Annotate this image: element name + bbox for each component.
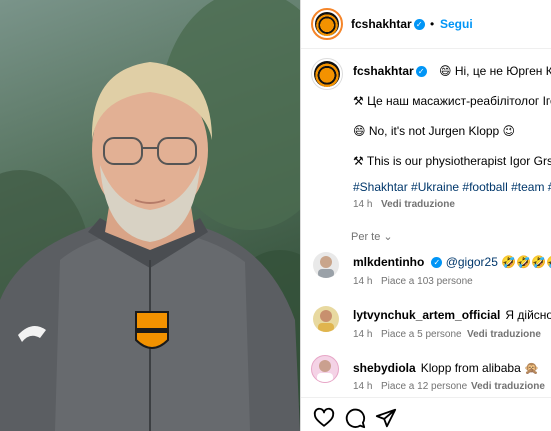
verified-badge-icon: ✓: [431, 257, 443, 268]
heart-icon[interactable]: [313, 407, 335, 429]
comment-avatar[interactable]: [311, 355, 339, 383]
comment-text: Я дійсно пов: [505, 308, 551, 322]
caption-username-text[interactable]: fcshakhtar: [353, 64, 414, 78]
account-username[interactable]: fcshakhtar ✓: [351, 17, 425, 31]
share-icon[interactable]: [375, 407, 397, 429]
comment-body: lytvynchuk_artem_official Я дійсно пов: [353, 308, 551, 322]
caption-line-2: ⚒ Це наш масажист-реабілітолог Ігор: [353, 94, 551, 108]
comment-username[interactable]: mlkdentinho: [353, 255, 424, 269]
comment-translate-link[interactable]: Vedi traduzione: [467, 329, 541, 340]
comment-time[interactable]: 14 h: [353, 276, 372, 287]
caption-hashtags[interactable]: #Shakhtar #Ukraine #football #team #Kl: [353, 180, 551, 194]
post-header: fcshakhtar ✓ • Segui: [301, 0, 551, 49]
comment-time[interactable]: 14 h: [353, 381, 372, 392]
comment-body: mlkdentinho ✓ @gigor25 🤣🤣🤣🤣: [353, 255, 551, 269]
comment-avatar[interactable]: [313, 306, 339, 332]
verified-badge-icon: ✓: [415, 66, 427, 77]
comment-username[interactable]: shebydiola: [353, 361, 416, 375]
comment-avatar[interactable]: [313, 252, 339, 278]
shakhtar-logo-icon: [315, 12, 339, 36]
account-username-text[interactable]: fcshakhtar: [351, 17, 412, 31]
comment-likes[interactable]: Piace a 103 persone: [381, 276, 473, 287]
verified-badge-icon: ✓: [413, 19, 425, 30]
post-side-panel: fcshakhtar ✓ • Segui fcshakhtar ✓ 😄 Hi, це…: [301, 0, 551, 431]
caption-translate-link[interactable]: Vedi traduzione: [381, 199, 455, 210]
caption-avatar[interactable]: [311, 58, 343, 90]
caption-time[interactable]: 14 h: [353, 199, 372, 210]
post-photo-illustration: [0, 0, 300, 431]
caption-username[interactable]: fcshakhtar ✓: [353, 64, 427, 78]
user-avatar-icon: [318, 256, 334, 278]
comments-sort-dropdown[interactable]: Per te ⌄: [351, 230, 393, 243]
post-action-bar: [301, 397, 551, 431]
comment-text: Klopp from alibaba 🙊: [420, 361, 540, 375]
comment-icon[interactable]: [344, 407, 366, 429]
follow-button[interactable]: Segui: [440, 17, 473, 31]
comment-likes[interactable]: Piace a 5 persone: [381, 329, 462, 340]
user-avatar-icon: [318, 310, 334, 332]
account-avatar[interactable]: [311, 8, 343, 40]
caption-line-1: 😄 Hi, це не Юрген Клопп: [439, 64, 551, 78]
separator-dot: •: [430, 17, 435, 31]
comment-likes[interactable]: Piace a 12 persone: [381, 381, 467, 392]
comment-body: shebydiola Klopp from alibaba 🙊: [353, 361, 539, 375]
caption-line-4: ⚒ This is our physiotherapist Igor Grsko…: [353, 154, 551, 168]
post-photo[interactable]: [0, 0, 300, 431]
comment-translate-link[interactable]: Vedi traduzione: [471, 381, 545, 392]
comment-time[interactable]: 14 h: [353, 329, 372, 340]
comment-text: @gigor25 🤣🤣🤣🤣: [445, 255, 551, 269]
user-avatar-icon: [317, 360, 333, 382]
caption-line-3: 😄 No, it's not Jurgen Klopp 😉: [353, 124, 516, 138]
comment-username[interactable]: lytvynchuk_artem_official: [353, 308, 500, 322]
shakhtar-logo-icon: [314, 61, 340, 87]
